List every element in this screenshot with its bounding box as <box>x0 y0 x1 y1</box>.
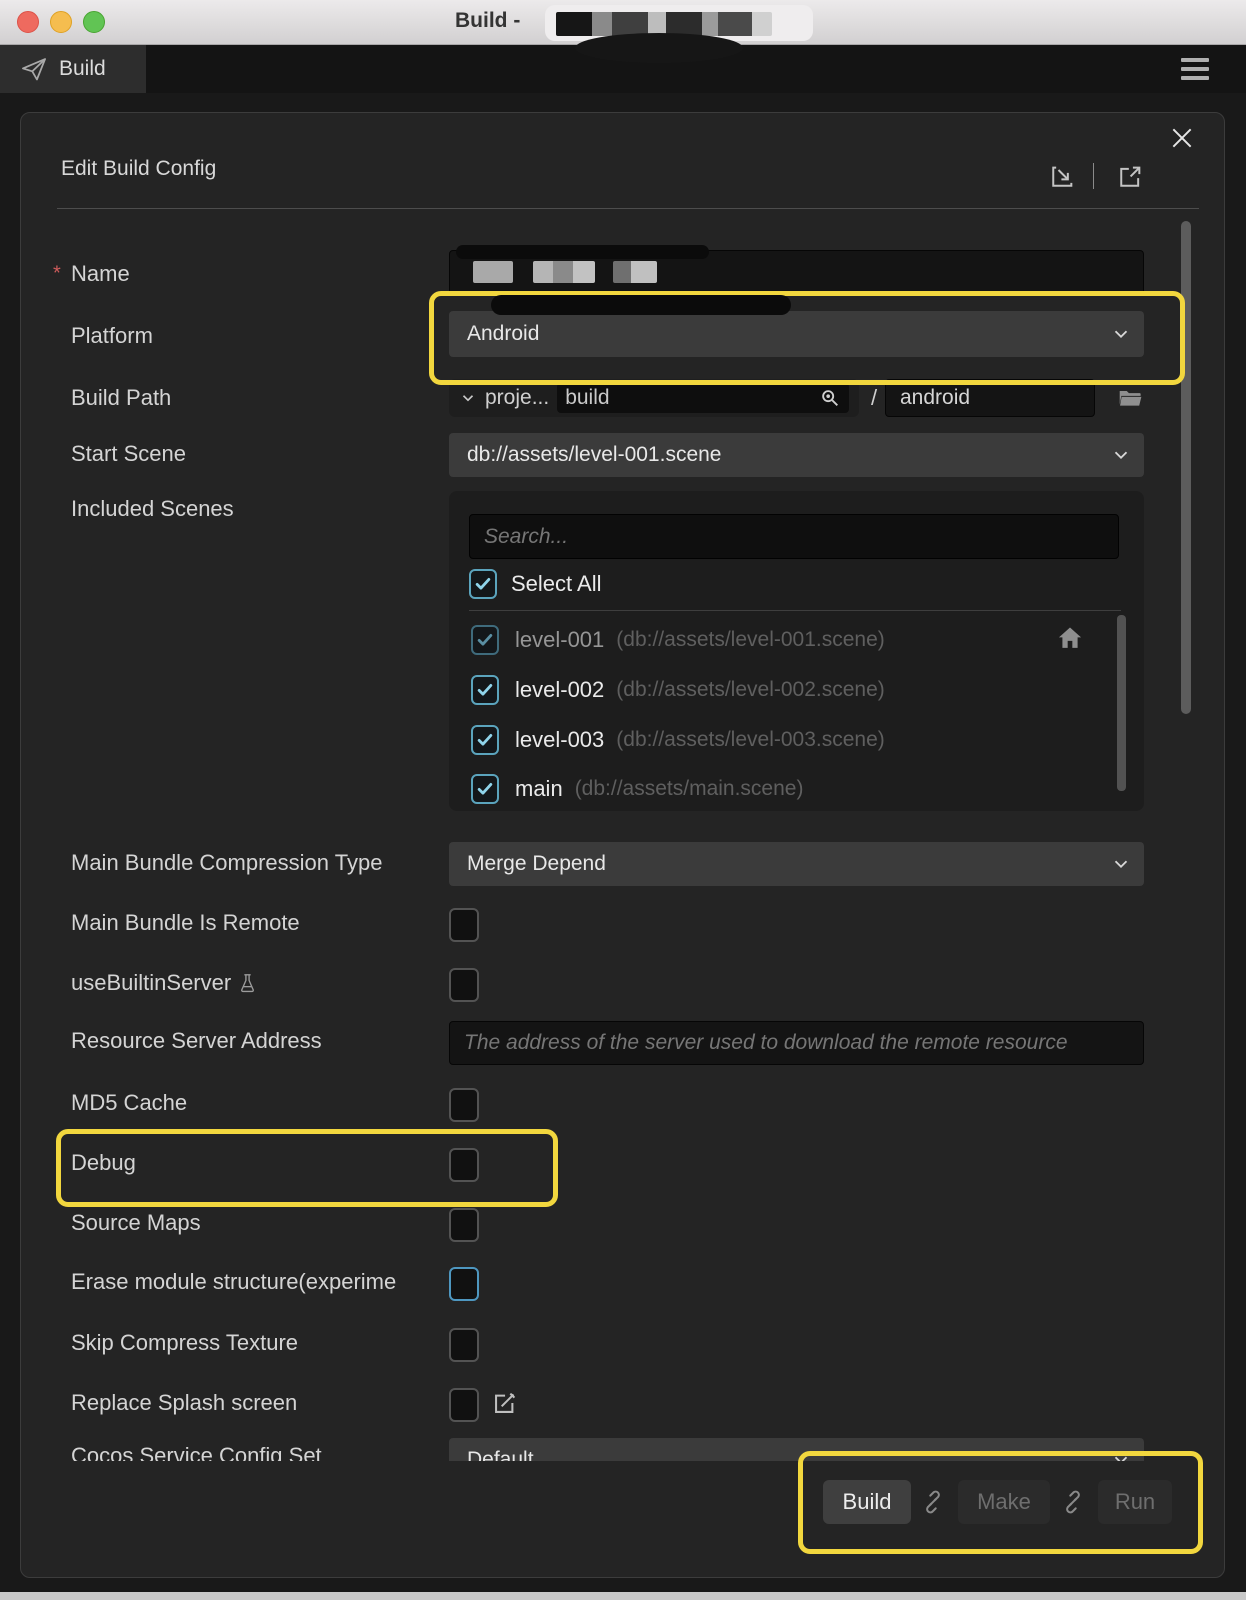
paper-plane-icon <box>20 55 48 83</box>
resource-server-address-label: Resource Server Address <box>71 1028 322 1054</box>
import-config-icon[interactable] <box>1047 162 1077 192</box>
required-marker: * <box>53 263 61 286</box>
build-path-input[interactable]: build <box>557 383 849 413</box>
search-icon[interactable] <box>819 387 841 409</box>
skip-compress-texture-label: Skip Compress Texture <box>71 1330 298 1356</box>
dialog-title: Edit Build Config <box>61 157 216 181</box>
cocos-service-config-set-select[interactable]: Default <box>449 1438 1144 1461</box>
chevron-down-icon <box>1110 444 1132 466</box>
included-scenes-panel: Select All level-001 (db://assets/level-… <box>449 491 1144 811</box>
source-maps-label: Source Maps <box>71 1210 201 1236</box>
scene-row[interactable]: level-001 (db://assets/level-001.scene) <box>471 620 1091 660</box>
build-path-root-select[interactable]: proje... build <box>449 379 859 417</box>
path-separator: / <box>867 379 881 417</box>
select-all-row[interactable]: Select All <box>469 564 602 604</box>
redaction-blob <box>456 245 709 259</box>
compression-type-value: Merge Depend <box>467 852 606 876</box>
scene-search-input[interactable] <box>469 514 1119 559</box>
home-icon <box>1056 624 1084 652</box>
platform-select[interactable]: Android <box>449 311 1144 357</box>
run-button[interactable]: Run <box>1098 1480 1172 1524</box>
scene-list-scrollbar[interactable] <box>1117 615 1126 791</box>
folder-icon[interactable] <box>1109 379 1151 417</box>
form-scroll-area: * Name Platform Android Build Path proje… <box>21 209 1226 1461</box>
replace-splash-screen-checkbox[interactable] <box>449 1388 479 1422</box>
erase-module-structure-label: Erase module structure(experime <box>71 1269 396 1295</box>
start-scene-value: db://assets/level-001.scene <box>467 443 721 467</box>
select-all-checkbox[interactable] <box>469 569 497 599</box>
start-scene-select[interactable]: db://assets/level-001.scene <box>449 433 1144 477</box>
resource-server-address-input[interactable] <box>449 1021 1144 1065</box>
cocos-service-config-set-value: Default <box>467 1448 534 1461</box>
edit-icon[interactable] <box>491 1390 518 1417</box>
redaction-blob <box>491 295 791 315</box>
chevron-down-icon <box>1110 853 1132 875</box>
start-scene-label: Start Scene <box>71 441 186 467</box>
compression-type-select[interactable]: Merge Depend <box>449 842 1144 886</box>
md5-cache-label: MD5 Cache <box>71 1090 187 1116</box>
redaction-block <box>473 261 513 283</box>
redaction-blob <box>575 33 743 63</box>
debug-checkbox[interactable] <box>449 1148 479 1182</box>
build-path-label: Build Path <box>71 385 171 411</box>
close-icon[interactable] <box>1167 123 1197 153</box>
flask-icon <box>238 973 257 994</box>
platform-value: Android <box>467 322 539 346</box>
scene-checkbox[interactable] <box>471 774 499 804</box>
platform-label: Platform <box>71 323 153 349</box>
redaction-block <box>533 261 595 283</box>
close-traffic-light[interactable] <box>17 11 39 33</box>
chevron-down-icon <box>1110 1449 1132 1461</box>
source-maps-checkbox[interactable] <box>449 1208 479 1242</box>
use-builtin-server-label: useBuiltinServer <box>71 970 257 996</box>
window-title: Build - <box>455 9 520 33</box>
included-scenes-label: Included Scenes <box>71 496 234 522</box>
replace-splash-screen-label: Replace Splash screen <box>71 1390 297 1416</box>
compression-type-label: Main Bundle Compression Type <box>71 850 382 876</box>
md5-cache-checkbox[interactable] <box>449 1088 479 1122</box>
hamburger-menu-icon[interactable] <box>1181 58 1209 80</box>
name-label: Name <box>71 261 130 287</box>
main-bundle-is-remote-label: Main Bundle Is Remote <box>71 910 300 936</box>
use-builtin-server-checkbox[interactable] <box>449 968 479 1002</box>
window-bottom-edge <box>0 1592 1246 1600</box>
scene-checkbox[interactable] <box>471 625 499 655</box>
erase-module-structure-checkbox[interactable] <box>449 1267 479 1301</box>
tab-build-label: Build <box>59 57 106 81</box>
chevron-down-icon <box>459 389 477 407</box>
select-all-label: Select All <box>511 571 602 597</box>
build-path-value: build <box>565 386 819 410</box>
link-icon[interactable] <box>920 1489 946 1515</box>
build-button[interactable]: Build <box>823 1480 911 1524</box>
skip-compress-texture-checkbox[interactable] <box>449 1328 479 1362</box>
scene-checkbox[interactable] <box>471 725 499 755</box>
redaction-block <box>613 261 657 283</box>
tab-build[interactable]: Build <box>0 45 146 93</box>
make-button[interactable]: Make <box>958 1480 1050 1524</box>
build-subfolder-input[interactable] <box>885 379 1095 417</box>
main-bundle-is-remote-checkbox[interactable] <box>449 908 479 942</box>
panel-divider <box>469 610 1121 611</box>
scene-row[interactable]: level-003 (db://assets/level-003.scene) <box>471 720 1091 760</box>
debug-label: Debug <box>71 1150 136 1176</box>
scene-checkbox[interactable] <box>471 675 499 705</box>
scene-row[interactable]: main (db://assets/main.scene) <box>471 769 1091 809</box>
zoom-traffic-light[interactable] <box>83 11 105 33</box>
scene-row[interactable]: level-002 (db://assets/level-002.scene) <box>471 670 1091 710</box>
header-icon-separator <box>1093 163 1094 189</box>
build-path-root: proje... <box>485 386 549 410</box>
link-icon[interactable] <box>1060 1489 1086 1515</box>
chevron-down-icon <box>1110 323 1132 345</box>
export-config-icon[interactable] <box>1115 162 1145 192</box>
edit-build-config-dialog: Edit Build Config * Name Platform Androi… <box>20 112 1225 1578</box>
cocos-service-config-set-label: Cocos Service Config Set <box>71 1443 322 1461</box>
minimize-traffic-light[interactable] <box>50 11 72 33</box>
